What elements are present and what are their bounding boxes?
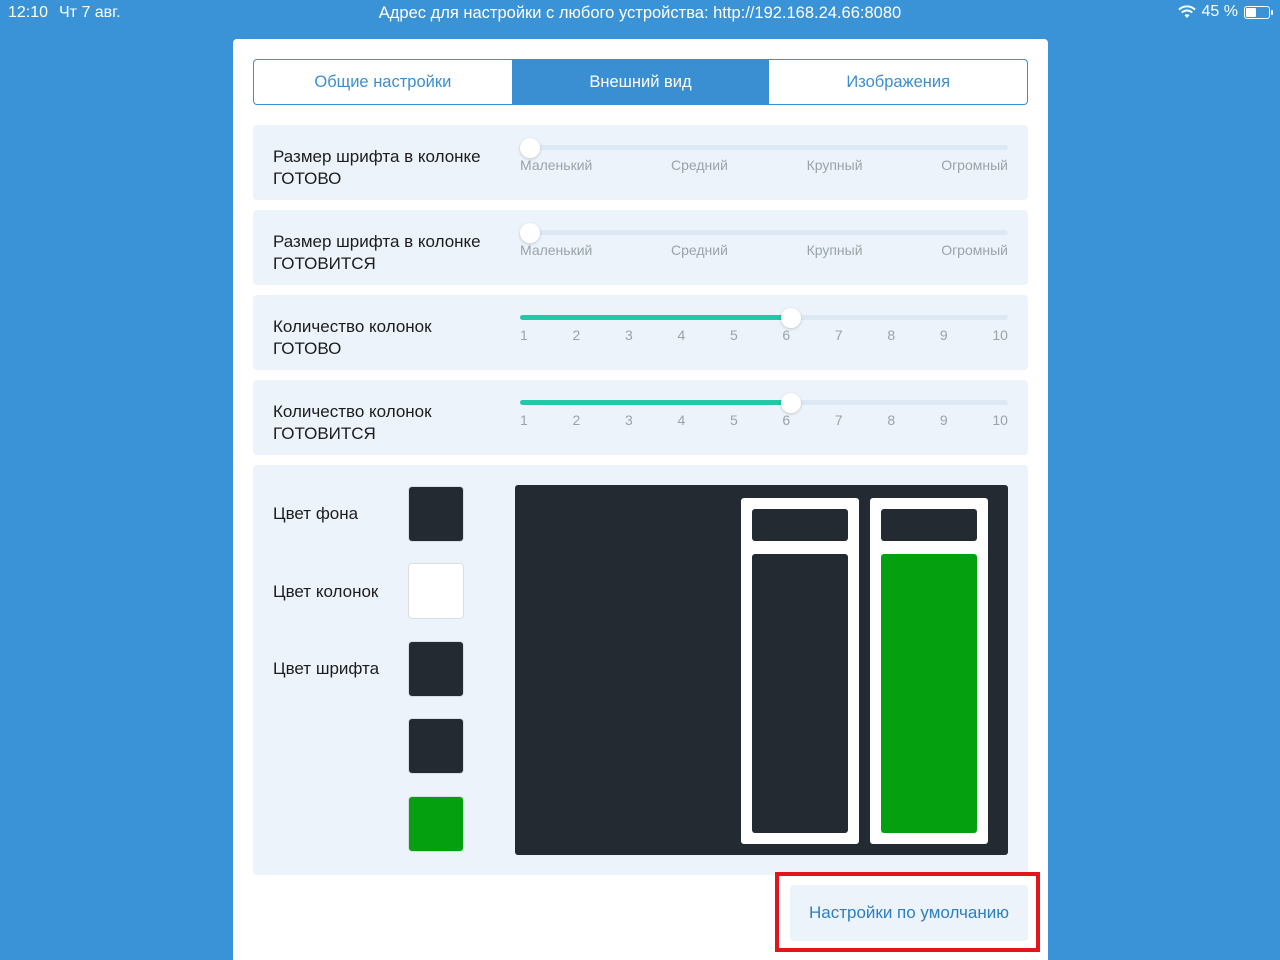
columns-cooking-slider[interactable]: 1 2 3 4 5 6 7 8 9 10 [520,393,1008,440]
slider-track [520,223,1008,243]
font-color-label: Цвет шрифта [273,659,380,678]
slider-tick-label: 3 [624,412,633,428]
slider-tick-label: 10 [992,327,1008,343]
slider-tick-label: Средний [671,157,728,173]
slider-track [520,393,1008,413]
slider-tick-label: 1 [520,327,528,343]
slider-tick-label: Средний [671,242,728,258]
tab-appearance[interactable]: Внешний вид [511,60,770,104]
slider-tick-label: 10 [992,412,1008,428]
battery-percent: 45 % [1201,3,1238,20]
slider-tick-label: 4 [677,412,686,428]
slider-tick-label: 4 [677,327,686,343]
tab-images[interactable]: Изображения [769,60,1027,104]
slider-thumb[interactable] [520,223,540,243]
setting-label: Количество колонок ГОТОВИТСЯ [273,402,432,443]
slider-tick-label: 8 [887,412,896,428]
tab-bar: Общие настройки Внешний вид Изображения [253,59,1028,105]
slider-ticks: Маленький Средний Крупный Огромный [520,157,1008,173]
slider-tick-label: 3 [624,327,633,343]
header-color-swatch[interactable] [408,718,464,774]
slider-tick-label: Маленький [520,157,593,173]
slider-tick-label: 7 [834,412,843,428]
slider-fill [520,400,792,405]
slider-thumb[interactable] [520,138,540,158]
columns-ready-slider[interactable]: 1 2 3 4 5 6 7 8 9 10 [520,308,1008,355]
setting-label: Размер шрифта в колонке ГОТОВИТСЯ [273,232,481,273]
preview-column-cooking [741,498,859,844]
preview-column-body [752,554,848,833]
setting-columns-ready: Количество колонок ГОТОВО 1 2 3 4 5 6 7 8 9 10 [253,295,1028,370]
slider-tick-label: 6 [782,412,791,428]
tab-general[interactable]: Общие настройки [254,60,512,104]
status-indicators: 45 % [1177,3,1273,21]
ready-color-swatch[interactable] [408,796,464,852]
battery-icon [1244,5,1273,19]
settings-card: Общие настройки Внешний вид Изображения … [233,39,1048,960]
preview-column-header [881,509,977,541]
setting-columns-cooking: Количество колонок ГОТОВИТСЯ 1 2 3 4 5 6 7 8 9 10 [253,380,1028,455]
slider-tick-label: 2 [572,327,581,343]
slider-fill [520,315,792,320]
slider-tick-label: 9 [939,327,948,343]
slider-tick-label: Огромный [941,157,1008,173]
font-size-cooking-slider[interactable]: Маленький Средний Крупный Огромный [520,223,1008,270]
columns-color-swatch[interactable] [408,563,464,619]
slider-tick-label: 6 [782,327,791,343]
slider-tick-label: 7 [834,327,843,343]
slider-tick-label: 5 [729,412,738,428]
slider-ticks: 1 2 3 4 5 6 7 8 9 10 [520,412,1008,428]
config-address: Адрес для настройки с любого устройства:… [378,4,902,22]
setting-font-size-ready: Размер шрифта в колонке ГОТОВО Маленький… [253,125,1028,200]
slider-tick-label: 1 [520,412,528,428]
slider-thumb[interactable] [781,393,802,413]
slider-tick-label: 2 [572,412,581,428]
font-color-swatch[interactable] [408,641,464,697]
preview-column-header [752,509,848,541]
slider-ticks: Маленький Средний Крупный Огромный [520,242,1008,258]
appearance-preview [515,485,1008,855]
slider-tick-label: Маленький [520,242,593,258]
setting-label: Количество колонок ГОТОВО [273,317,432,358]
preview-column-body [881,554,977,833]
background-color-swatch[interactable] [408,486,464,542]
status-bar: 12:10 Чт 7 авг. Адрес для настройки с лю… [0,0,1280,26]
slider-thumb[interactable] [781,308,802,328]
slider-tick-label: 8 [887,327,896,343]
slider-track [520,308,1008,328]
slider-tick-label: Крупный [806,242,863,258]
slider-tick-label: 9 [939,412,948,428]
preview-column-ready [870,498,988,844]
background-color-label: Цвет фона [273,504,359,523]
font-size-ready-slider[interactable]: Маленький Средний Крупный Огромный [520,138,1008,185]
slider-ticks: 1 2 3 4 5 6 7 8 9 10 [520,327,1008,343]
setting-font-size-cooking: Размер шрифта в колонке ГОТОВИТСЯ Малень… [253,210,1028,285]
slider-track [520,138,1008,158]
slider-tick-label: 5 [729,327,738,343]
columns-color-label: Цвет колонок [273,582,379,601]
slider-tick-label: Крупный [806,157,863,173]
setting-label: Размер шрифта в колонке ГОТОВО [273,147,481,188]
slider-tick-label: Огромный [941,242,1008,258]
colors-panel: Цвет фона Цвет колонок Цвет шрифта [253,465,1028,875]
wifi-icon [1177,5,1196,18]
highlight-box [775,872,1040,952]
